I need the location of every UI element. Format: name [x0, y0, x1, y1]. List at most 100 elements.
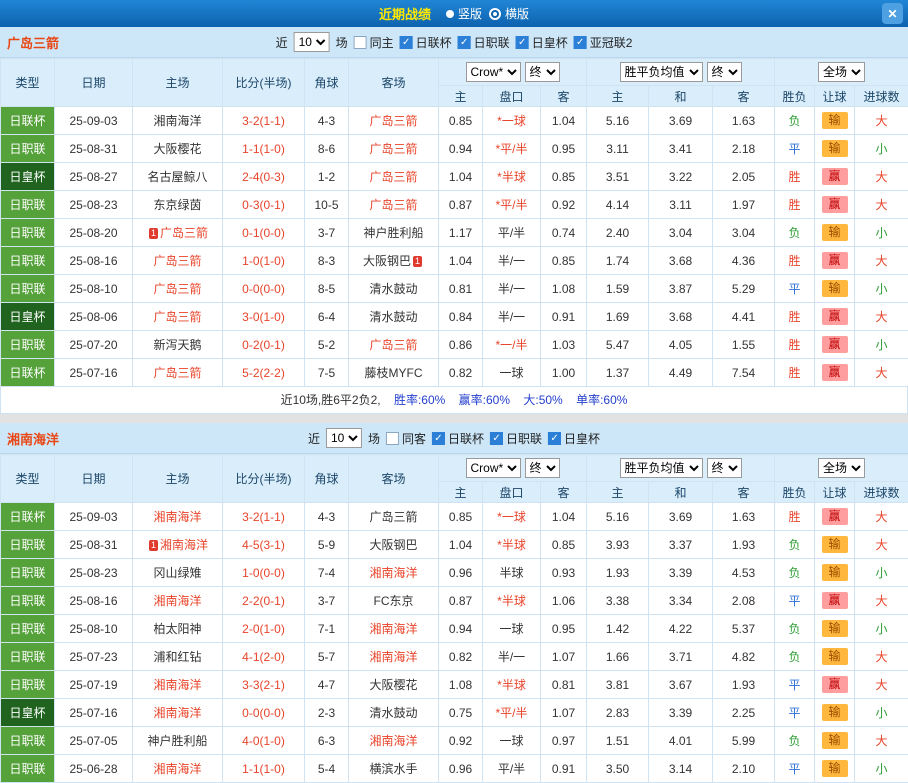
score-cell[interactable]: 4-0(1-0)	[223, 727, 305, 755]
close-button[interactable]	[882, 3, 903, 24]
team-link[interactable]: 名古屋鲸八	[147, 170, 207, 184]
col-euro-home: 主	[587, 482, 649, 503]
team-link[interactable]: 广岛三箭	[369, 170, 417, 184]
team-link[interactable]: 清水鼓动	[369, 706, 417, 720]
score-cell[interactable]: 1-0(1-0)	[223, 247, 305, 275]
competition-checkbox-league-cup[interactable]: 日联杯	[400, 34, 452, 51]
score-cell[interactable]: 2-2(0-1)	[223, 587, 305, 615]
competition-checkbox-acl[interactable]: 亚冠联2	[574, 34, 633, 51]
team-link[interactable]: 广岛三箭	[369, 198, 417, 212]
team-link[interactable]: 清水鼓动	[369, 310, 417, 324]
team-link[interactable]: 大阪樱花	[153, 142, 201, 156]
asian-away-odds-cell: 0.81	[541, 671, 587, 699]
competition-checkbox-emperors-cup[interactable]: 日皇杯	[516, 34, 568, 51]
corner-cell: 4-3	[305, 107, 349, 135]
checkbox-checked-icon	[490, 432, 503, 445]
match-count-select[interactable]: 10	[294, 32, 330, 52]
scope-select[interactable]: 全场	[818, 62, 865, 82]
scope-select[interactable]: 全场	[818, 458, 865, 478]
team-link[interactable]: 清水鼓动	[369, 282, 417, 296]
team-link[interactable]: 新泻天鹅	[153, 338, 201, 352]
score-cell[interactable]: 4-5(3-1)	[223, 531, 305, 559]
odds-source-select[interactable]: Crow*	[466, 458, 521, 478]
team-link[interactable]: 广岛三箭	[160, 226, 208, 240]
team-link[interactable]: 湘南海洋	[369, 566, 417, 580]
score-cell[interactable]: 2-4(0-3)	[223, 163, 305, 191]
euro-stage-select[interactable]: 终	[707, 62, 742, 82]
competition-checkbox-j1[interactable]: 日职联	[490, 430, 542, 447]
team-link[interactable]: 大阪钢巴	[363, 254, 411, 268]
score-cell[interactable]: 0-0(0-0)	[223, 699, 305, 727]
asian-home-odds-cell: 0.96	[439, 755, 483, 783]
layout-radio-vertical[interactable]: 竖版	[446, 5, 482, 22]
score-cell[interactable]: 0-2(0-1)	[223, 331, 305, 359]
team-link[interactable]: 湘南海洋	[153, 594, 201, 608]
competition-checkbox-league-cup[interactable]: 日联杯	[432, 430, 484, 447]
team-link[interactable]: 湘南海洋	[153, 706, 201, 720]
team-link[interactable]: 广岛三箭	[153, 366, 201, 380]
team-name-wrap: 广岛三箭	[369, 114, 417, 128]
team-link[interactable]: 大阪樱花	[369, 678, 417, 692]
team-link[interactable]: 神户胜利船	[147, 734, 207, 748]
handicap-result-cell: 输	[815, 107, 855, 135]
score-cell[interactable]: 1-1(1-0)	[223, 135, 305, 163]
team-link[interactable]: 冈山绿雉	[153, 566, 201, 580]
team-link[interactable]: 湘南海洋	[153, 114, 201, 128]
euro-draw-odds-cell: 3.11	[649, 191, 713, 219]
team-link[interactable]: 大阪钢巴	[369, 538, 417, 552]
team-link[interactable]: 广岛三箭	[369, 142, 417, 156]
score-cell[interactable]: 3-3(2-1)	[223, 671, 305, 699]
team-link[interactable]: 湘南海洋	[153, 510, 201, 524]
odds-stage-select[interactable]: 终	[525, 62, 560, 82]
odds-source-select[interactable]: Crow*	[466, 62, 521, 82]
date-cell: 25-07-23	[55, 643, 133, 671]
team-link[interactable]: 湘南海洋	[369, 650, 417, 664]
euro-source-select[interactable]: 胜平负均值	[620, 62, 703, 82]
team-link[interactable]: 广岛三箭	[369, 510, 417, 524]
handicap-result-badge: 输	[822, 648, 848, 665]
team-link[interactable]: 广岛三箭	[153, 254, 201, 268]
handicap-result-badge: 赢	[822, 592, 848, 609]
euro-stage-select[interactable]: 终	[707, 458, 742, 478]
team-link[interactable]: 广岛三箭	[369, 338, 417, 352]
euro-draw-odds-cell: 3.68	[649, 303, 713, 331]
odds-stage-select[interactable]: 终	[525, 458, 560, 478]
score-cell[interactable]: 1-1(1-0)	[223, 755, 305, 783]
same-home-checkbox[interactable]: 同主	[354, 34, 394, 51]
score-cell[interactable]: 5-2(2-2)	[223, 359, 305, 387]
score-cell[interactable]: 0-0(0-0)	[223, 275, 305, 303]
euro-source-select[interactable]: 胜平负均值	[620, 458, 703, 478]
team-link[interactable]: 湘南海洋	[369, 622, 417, 636]
radio-horizontal-label: 横版	[505, 5, 529, 22]
team-link[interactable]: 湘南海洋	[153, 762, 201, 776]
team-link[interactable]: 藤枝MYFC	[365, 366, 423, 380]
radio-vertical-label: 竖版	[458, 5, 482, 22]
score-cell[interactable]: 4-1(2-0)	[223, 643, 305, 671]
score-cell[interactable]: 3-2(1-1)	[223, 503, 305, 531]
match-count-select[interactable]: 10	[326, 428, 362, 448]
competition-checkbox-emperors-cup[interactable]: 日皇杯	[548, 430, 600, 447]
goals-cell: 大	[855, 107, 908, 135]
team-link[interactable]: 东京绿茵	[153, 198, 201, 212]
score-cell[interactable]: 2-0(1-0)	[223, 615, 305, 643]
same-away-checkbox[interactable]: 同客	[386, 430, 426, 447]
team-link[interactable]: 湘南海洋	[160, 538, 208, 552]
score-cell[interactable]: 3-2(1-1)	[223, 107, 305, 135]
team-link[interactable]: FC东京	[374, 594, 414, 608]
team-link[interactable]: 湘南海洋	[369, 734, 417, 748]
team-link[interactable]: 广岛三箭	[153, 282, 201, 296]
team-link[interactable]: 横滨水手	[369, 762, 417, 776]
team-link[interactable]: 广岛三箭	[369, 114, 417, 128]
team-link[interactable]: 湘南海洋	[153, 678, 201, 692]
score-cell[interactable]: 0-3(0-1)	[223, 191, 305, 219]
competition-cell: 日职联	[1, 135, 55, 163]
team-link[interactable]: 柏太阳神	[153, 622, 201, 636]
team-link[interactable]: 浦和红钻	[153, 650, 201, 664]
competition-checkbox-j1[interactable]: 日职联	[458, 34, 510, 51]
score-cell[interactable]: 0-1(0-0)	[223, 219, 305, 247]
score-cell[interactable]: 1-0(0-0)	[223, 559, 305, 587]
score-cell[interactable]: 3-0(1-0)	[223, 303, 305, 331]
layout-radio-horizontal[interactable]: 横版	[489, 5, 529, 22]
team-link[interactable]: 广岛三箭	[153, 310, 201, 324]
team-link[interactable]: 神户胜利船	[363, 226, 423, 240]
